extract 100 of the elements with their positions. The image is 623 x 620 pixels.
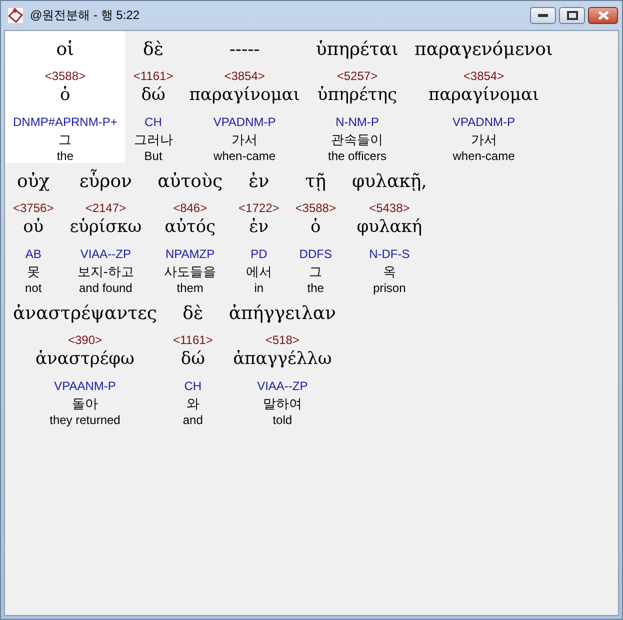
strong-number: <1722> — [238, 201, 280, 215]
lemma: δώ — [141, 85, 166, 105]
lemma: ὑπηρέτης — [317, 85, 398, 105]
word-block[interactable]: οἱ <3588> ὁ DNMP#APRNM-P+ 그 the — [5, 31, 126, 163]
maximize-icon — [566, 11, 578, 20]
greek-word: ἀναστρέψαντες — [13, 302, 157, 326]
word-block[interactable]: ἀναστρέψαντες <390> ἀναστρέφω VPAANM-P 돌아 they returned — [5, 295, 165, 427]
korean-gloss: 옥 — [382, 263, 396, 281]
word-block[interactable]: παραγενόμενοι <3854> παραγίνομαι VPADNM-P 가서 when-came — [406, 31, 561, 163]
word-block[interactable]: ὑπηρέται <5257> ὑπηρέτης N-NM-P 관속들이 the officers — [308, 31, 407, 163]
greek-word: δὲ — [143, 38, 164, 62]
strong-number: <2147> — [85, 201, 126, 215]
english-gloss: not — [25, 281, 42, 295]
word-block[interactable]: ----- <3854> παραγίνομαι VPADNM-P 가서 when-came — [181, 31, 308, 163]
word-block[interactable]: εὗρον <2147> εὑρίσκω VIAA--ZP 보지-하고 and found — [62, 163, 150, 295]
greek-word: αὐτοὺς — [158, 170, 223, 194]
english-gloss: them — [176, 281, 204, 295]
korean-gloss: 그 — [309, 263, 322, 281]
parsing-code: VIAA--ZP — [80, 247, 131, 261]
lemma: οὐ — [23, 217, 44, 237]
strong-number: <390> — [68, 333, 102, 347]
english-gloss: the — [307, 281, 324, 295]
korean-gloss: 가서 — [470, 131, 497, 149]
parsing-code: DNMP#APRNM-P+ — [13, 115, 118, 129]
lemma: αὐτός — [164, 217, 216, 237]
greek-word: φυλακῇ, — [352, 170, 427, 194]
word-block[interactable]: ἐν <1722> ἐν PD 에서 in — [230, 163, 288, 295]
strong-number: <3588> — [44, 69, 86, 83]
english-gloss: and found — [78, 281, 132, 295]
parsing-code: N-DF-S — [369, 247, 410, 261]
greek-word: ἀπήγγειλαν — [228, 302, 336, 326]
korean-gloss: 그 — [58, 131, 72, 149]
maximize-button[interactable] — [559, 7, 585, 24]
strong-number: <3588> — [295, 201, 336, 215]
parsing-code: VPADNM-P — [452, 115, 515, 129]
lemma: φυλακή — [356, 217, 422, 237]
korean-gloss: 보지-하고 — [78, 263, 134, 281]
lemma: ὁ — [60, 85, 70, 105]
parsing-code: AB — [25, 247, 42, 261]
english-gloss: told — [272, 413, 292, 427]
word-block[interactable]: αὐτοὺς <846> αὐτός NPAMZP 사도들을 them — [150, 163, 231, 295]
parsing-code: N-NM-P — [336, 115, 379, 129]
book-icon — [7, 7, 24, 24]
english-gloss: But — [144, 149, 162, 163]
minimize-button[interactable] — [530, 7, 556, 24]
word-block[interactable]: ἀπήγγειλαν <518> ἀπαγγέλλω VIAA--ZP 말하여 told — [220, 295, 344, 427]
strong-number: <1161> — [172, 333, 213, 347]
strong-number: <3854> — [463, 69, 504, 83]
korean-gloss: 가서 — [232, 131, 258, 149]
strong-number: <1161> — [133, 69, 174, 83]
lemma: δώ — [180, 349, 205, 369]
korean-gloss: 와 — [186, 395, 200, 413]
parsing-code: CH — [184, 379, 202, 393]
greek-word: οὐχ — [17, 170, 50, 194]
strong-number: <5438> — [369, 201, 410, 215]
korean-gloss: 돌아 — [72, 395, 98, 413]
english-gloss: they returned — [50, 413, 120, 427]
greek-word: ἐν — [248, 170, 270, 194]
english-gloss: in — [254, 281, 264, 295]
word-block[interactable]: οὐχ <3756> οὐ AB 못 not — [5, 163, 62, 295]
lemma: εὑρίσκω — [70, 217, 142, 237]
english-gloss: when-came — [214, 149, 276, 163]
lemma: ἐν — [249, 217, 269, 237]
lemma: ὁ — [310, 217, 321, 237]
strong-number: <3854> — [224, 69, 265, 83]
english-gloss: when-came — [452, 149, 515, 163]
parsing-code: VPADNM-P — [213, 115, 276, 129]
strong-number: <5257> — [336, 69, 378, 83]
greek-word: δὲ — [182, 302, 204, 326]
minimize-icon — [538, 14, 548, 18]
strong-number: <518> — [265, 333, 300, 347]
english-gloss: and — [182, 413, 203, 427]
close-icon — [598, 11, 608, 20]
korean-gloss: 못 — [26, 263, 40, 281]
korean-gloss: 그러나 — [134, 131, 173, 149]
parsing-code: VPAANM-P — [54, 379, 116, 393]
korean-gloss: 에서 — [246, 263, 272, 281]
english-gloss: the officers — [328, 149, 386, 163]
window-title: @원전분해 - 행 5:22 — [30, 7, 141, 24]
lemma: ἀναστρέφω — [36, 349, 134, 369]
parsing-code: VIAA--ZP — [257, 379, 308, 393]
parsing-code: DDFS — [299, 247, 332, 261]
korean-gloss: 관속들이 — [331, 131, 384, 149]
close-button[interactable] — [588, 7, 618, 24]
strong-number: <846> — [173, 201, 208, 215]
korean-gloss: 사도들을 — [164, 263, 216, 281]
word-block[interactable]: φυλακῇ, <5438> φυλακή N-DF-S 옥 prison — [344, 163, 435, 295]
word-block[interactable]: δὲ <1161> δώ CH 와 and — [164, 295, 221, 427]
lemma: παραγίνομαι — [428, 85, 540, 105]
greek-word: οἱ — [56, 38, 74, 62]
english-gloss: prison — [373, 281, 406, 295]
greek-word: ὑπηρέται — [316, 38, 399, 62]
english-gloss: the — [56, 149, 74, 163]
parsing-code: PD — [250, 247, 268, 261]
word-block[interactable]: δὲ <1161> δώ CH 그러나 But — [125, 31, 182, 163]
word-block[interactable]: τῇ <3588> ὁ DDFS 그 the — [287, 163, 344, 295]
parsing-code: CH — [144, 115, 162, 129]
greek-word: ----- — [229, 38, 260, 62]
lemma: ἀπαγγέλλω — [233, 349, 332, 369]
greek-word: παραγενόμενοι — [414, 38, 553, 62]
